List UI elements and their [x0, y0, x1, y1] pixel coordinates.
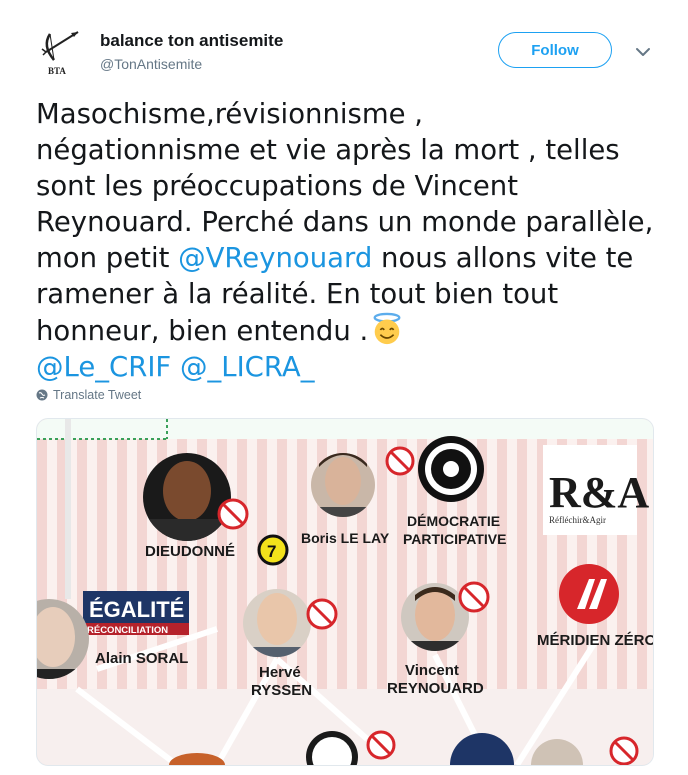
follow-button[interactable]: Follow: [498, 32, 612, 68]
globe-icon: [36, 389, 48, 401]
mention-le-crif[interactable]: @Le_CRIF: [36, 351, 171, 383]
no-swastika-icon: [306, 598, 338, 630]
chevron-down-icon[interactable]: [632, 44, 654, 60]
tweet-line-2: négationnisme et vie après la mort , tel…: [36, 134, 620, 166]
reconciliation-text: RÉCONCILIATION: [87, 625, 168, 636]
translate-tweet-link[interactable]: Translate Tweet: [36, 388, 141, 402]
translate-label: Translate Tweet: [53, 388, 142, 402]
smiling-face-with-halo-icon: [373, 312, 401, 345]
mention-licra[interactable]: @_LICRA_: [180, 351, 314, 383]
egalite-text: ÉGALITÉ: [89, 597, 184, 622]
media-graphic: DIEUDONNÉ 7 Boris LE LAY DÉMOCRATIE PART…: [37, 419, 653, 765]
tweet-line-4: Reynouard. Perché dans un monde parallèl…: [36, 206, 654, 238]
no-swastika-icon: [458, 581, 490, 613]
tweet-line-1: Masochisme,révisionnisme ,: [36, 98, 424, 130]
label-vincent: Vincent: [405, 662, 459, 679]
tweet-line-6: ramener à la réalité. En tout bien tout: [36, 278, 559, 310]
tweet-line-3: sont les préoccupations de Vincent: [36, 170, 519, 202]
bow-arrow-logo-icon: BTA: [41, 31, 79, 76]
tweet-line-7: honneur, bien entendu .: [36, 312, 656, 349]
no-swastika-icon: [366, 730, 396, 760]
mention-vreynouard[interactable]: @VReynouard: [178, 242, 372, 274]
author-avatar[interactable]: BTA: [36, 28, 84, 76]
tweet-line-8: @Le_CRIF @_LICRA_: [36, 349, 656, 385]
no-swastika-icon: [609, 736, 639, 765]
avatar-text: BTA: [48, 66, 66, 76]
label-democratie: DÉMOCRATIE: [407, 513, 500, 529]
tweet-line-5-after: nous allons vite te: [372, 242, 634, 274]
label-alain-soral: Alain SORAL: [95, 650, 188, 667]
author-name[interactable]: balance ton antisemite: [100, 30, 283, 52]
ra-sub-text: Réfléchir&Agir: [549, 515, 606, 525]
black-sun-logo-icon: [418, 436, 484, 502]
egalite-reconciliation-logo-icon: ÉGALITÉ RÉCONCILIATION: [83, 591, 189, 636]
label-ryssen: RYSSEN: [251, 682, 312, 699]
meridien-zero-logo-icon: [559, 564, 619, 624]
tweet-line-5-before: mon petit: [36, 242, 179, 274]
tweet-text: Masochisme,révisionnisme , négationnisme…: [36, 96, 656, 385]
tweet-media-image[interactable]: DIEUDONNÉ 7 Boris LE LAY DÉMOCRATIE PART…: [36, 418, 654, 766]
label-reynouard: REYNOUARD: [387, 680, 484, 697]
label-boris-le-lay: Boris LE LAY: [301, 530, 390, 546]
badge-number: 7: [267, 542, 276, 561]
author-handle[interactable]: @TonAntisemite: [100, 54, 283, 74]
reflechir-agir-logo-icon: R&A Réfléchir&Agir: [543, 445, 649, 535]
label-participative: PARTICIPATIVE: [403, 531, 506, 547]
label-dieudonne: DIEUDONNÉ: [145, 543, 235, 560]
label-herve: Hervé: [259, 664, 301, 681]
tweet-line-7-text: honneur, bien entendu .: [36, 315, 369, 347]
ra-logo-text: R&A: [549, 468, 649, 517]
number-seven-badge: 7: [257, 534, 289, 566]
no-swastika-icon: [385, 446, 415, 476]
tweet-line-5: mon petit @VReynouard nous allons vite t…: [36, 240, 656, 276]
author-info[interactable]: balance ton antisemite @TonAntisemite: [100, 30, 283, 74]
label-meridien-zero: MÉRIDIEN ZÉRO: [537, 632, 653, 649]
no-swastika-icon: [217, 498, 249, 530]
